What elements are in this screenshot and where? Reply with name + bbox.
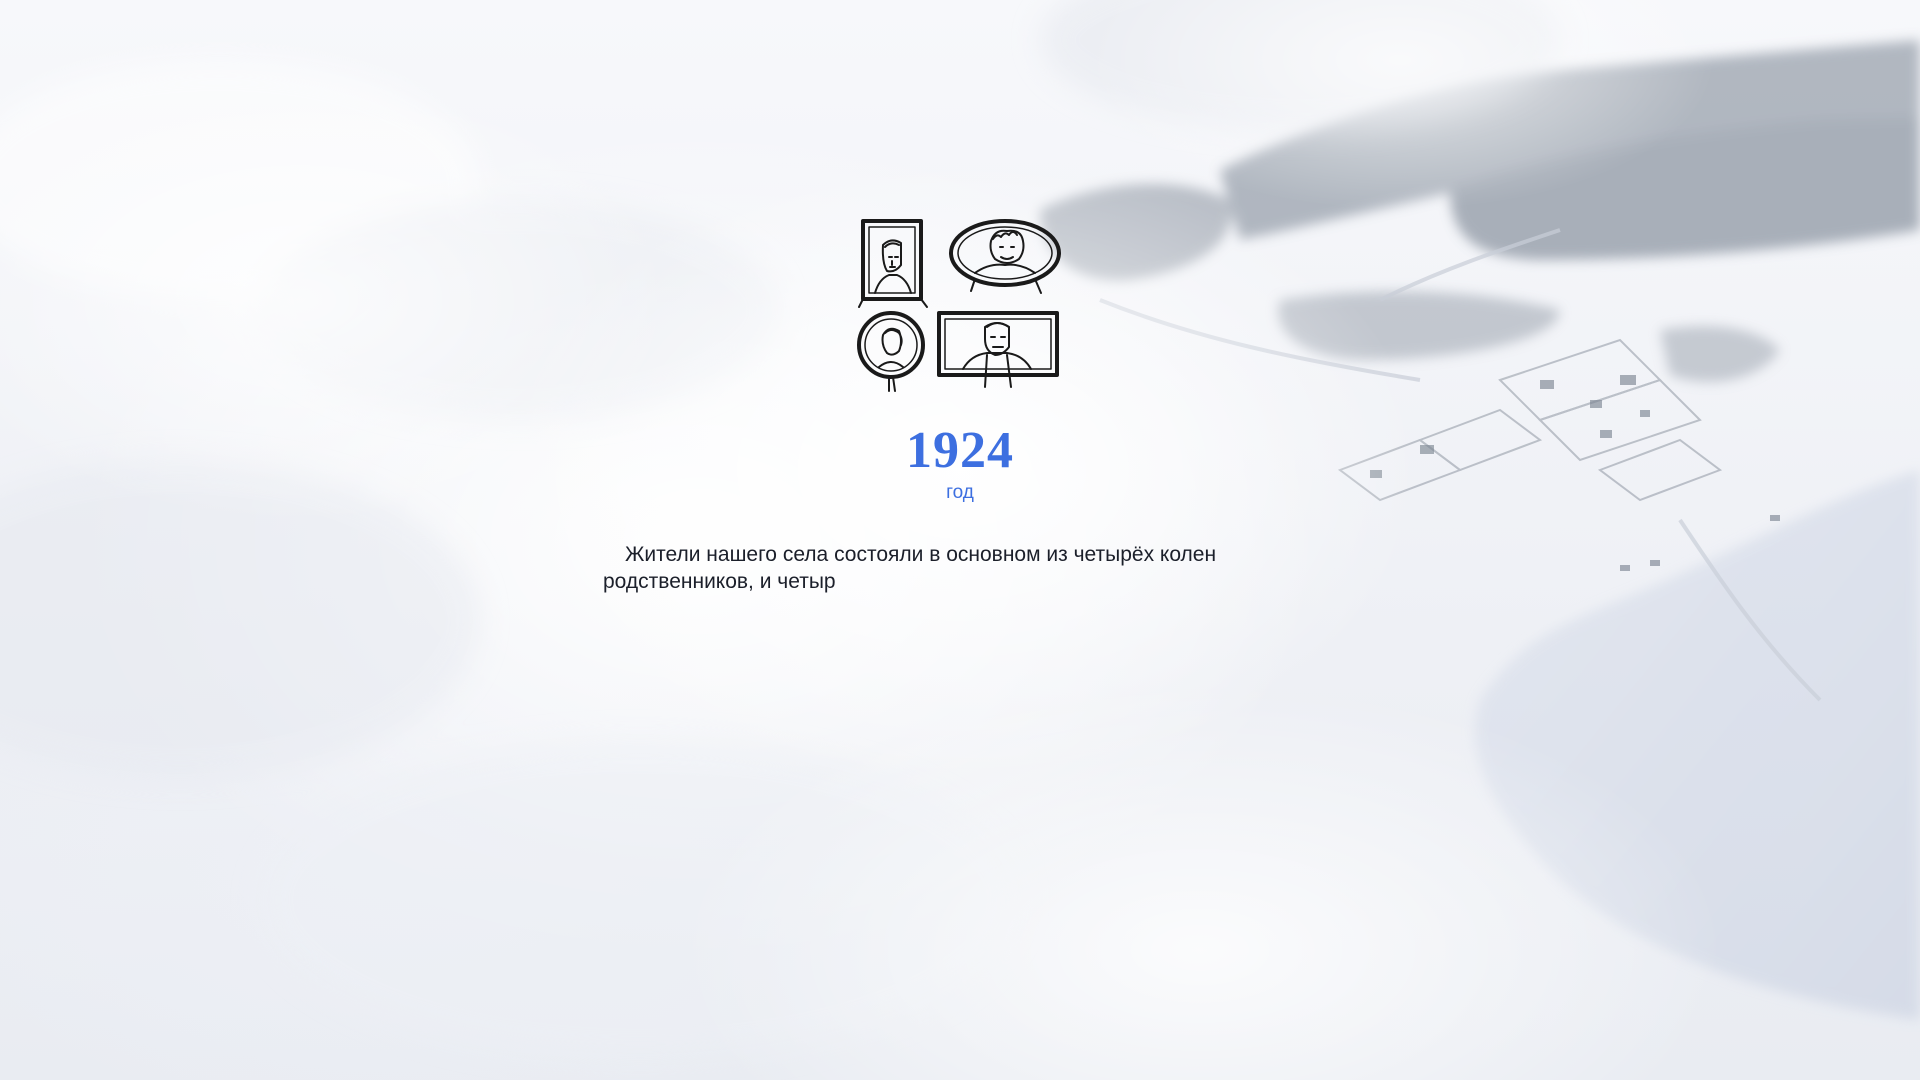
family-portraits-icon [857,219,1061,392]
year-heading: 1924 [906,422,1014,479]
story-paragraph: Жители нашего села состояли в основном и… [600,541,1320,595]
year-unit-label: год [946,482,974,503]
story-text: Жители нашего села состояли в основном и… [603,543,1217,593]
story-intro: 1924 год Жители нашего села состояли в о… [600,215,1320,595]
